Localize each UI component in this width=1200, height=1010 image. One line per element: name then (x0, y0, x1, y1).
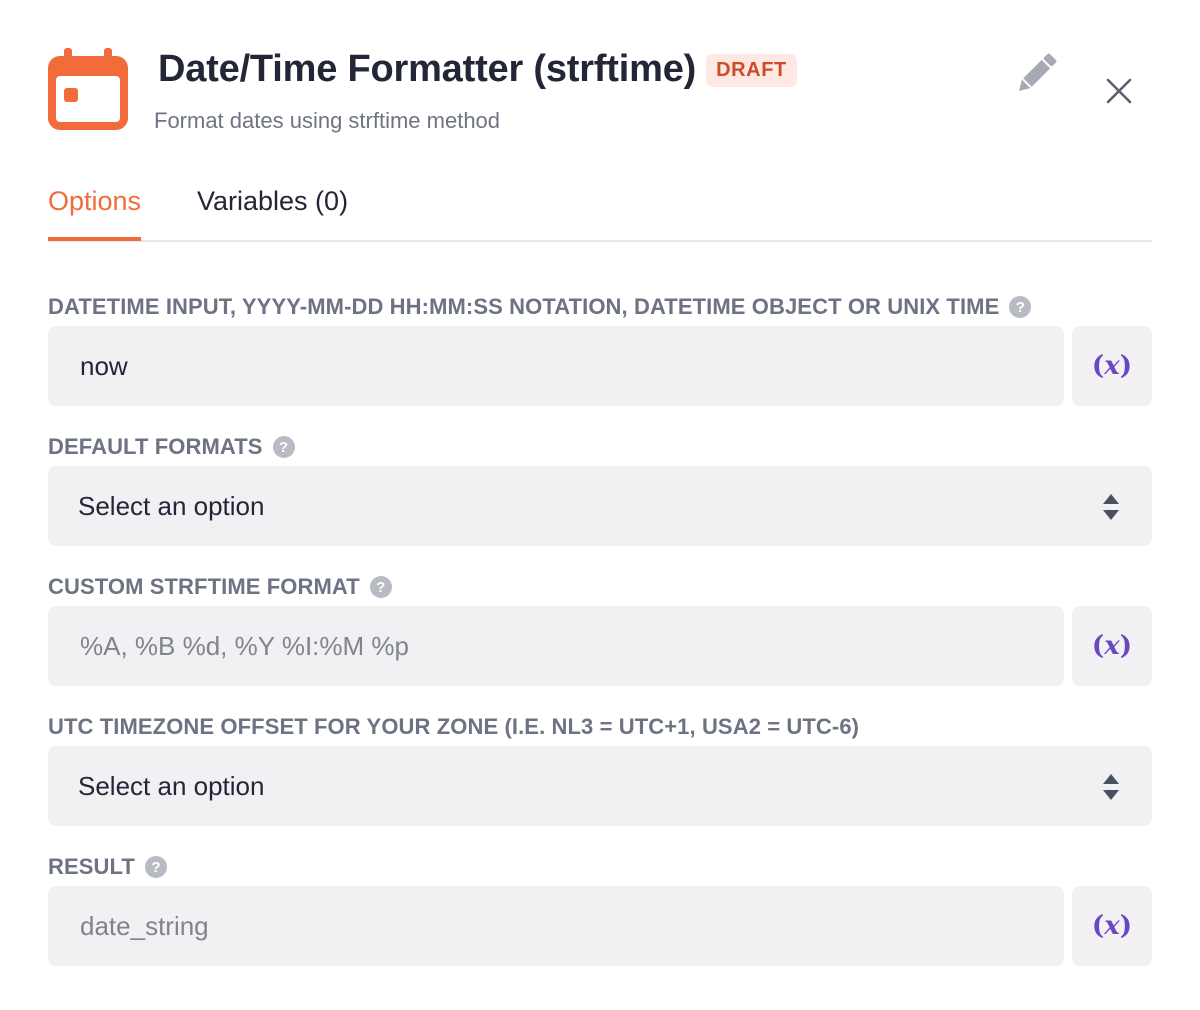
result-label: RESULT ? (48, 854, 167, 880)
page-title: Date/Time Formatter (strftime) (158, 48, 697, 90)
select-arrows-icon (1103, 774, 1119, 800)
default-formats-selected: Select an option (78, 490, 265, 521)
result-input[interactable]: date_string (48, 886, 1064, 966)
variable-paren-open: ( (1091, 911, 1105, 941)
variable-icon: x (1104, 911, 1120, 941)
default-formats-label-text: DEFAULT FORMATS (48, 434, 263, 459)
variable-paren-close: ) (1119, 351, 1133, 381)
insert-variable-button[interactable]: (x) (1072, 886, 1152, 966)
result-label-text: RESULT (48, 854, 135, 879)
status-badge: DRAFT (706, 54, 797, 87)
utc-offset-label-text: UTC TIMEZONE OFFSET FOR YOUR ZONE (I.E. … (48, 714, 860, 739)
custom-format-label: CUSTOM STRFTIME FORMAT ? (48, 574, 392, 600)
help-icon[interactable]: ? (272, 436, 295, 458)
variable-paren-close: ) (1119, 911, 1133, 941)
datetime-input-value: now (80, 350, 128, 381)
help-icon[interactable]: ? (369, 576, 392, 598)
tab-bar: Options Variables (0) (48, 176, 1152, 242)
result-placeholder: date_string (80, 910, 209, 941)
page-subtitle: Format dates using strftime method (154, 108, 501, 133)
tab-options[interactable]: Options (48, 186, 142, 241)
insert-variable-button[interactable]: (x) (1072, 326, 1152, 406)
utc-offset-select[interactable]: Select an option (48, 746, 1152, 826)
datetime-input-field[interactable]: now (48, 326, 1064, 406)
help-icon[interactable]: ? (1009, 296, 1032, 318)
custom-format-placeholder: %A, %B %d, %Y %I:%M %p (80, 630, 409, 661)
custom-format-label-text: CUSTOM STRFTIME FORMAT (48, 574, 360, 599)
calendar-icon (48, 48, 128, 130)
step-config-panel: Date/Time Formatter (strftime) DRAFT For… (0, 0, 1200, 1010)
custom-format-input[interactable]: %A, %B %d, %Y %I:%M %p (48, 606, 1064, 686)
close-icon (1106, 78, 1132, 104)
default-formats-select[interactable]: Select an option (48, 466, 1152, 546)
variable-icon: x (1104, 631, 1120, 661)
default-formats-label: DEFAULT FORMATS ? (48, 434, 295, 460)
variable-paren-close: ) (1119, 631, 1133, 661)
pencil-icon (1019, 53, 1057, 91)
tab-variables[interactable]: Variables (0) (197, 186, 348, 217)
insert-variable-button[interactable]: (x) (1072, 606, 1152, 686)
close-button[interactable] (1098, 70, 1140, 112)
select-arrows-icon (1103, 494, 1119, 520)
variable-icon: x (1104, 351, 1120, 381)
edit-button[interactable] (1010, 48, 1062, 100)
help-icon[interactable]: ? (144, 856, 167, 878)
utc-offset-selected: Select an option (78, 770, 265, 801)
title-row: Date/Time Formatter (strftime) DRAFT (158, 48, 797, 91)
datetime-input-label-text: DATETIME INPUT, YYYY-MM-DD HH:MM:SS NOTA… (48, 294, 1000, 319)
variable-paren-open: ( (1091, 631, 1105, 661)
datetime-input-label: DATETIME INPUT, YYYY-MM-DD HH:MM:SS NOTA… (48, 294, 1032, 320)
utc-offset-label: UTC TIMEZONE OFFSET FOR YOUR ZONE (I.E. … (48, 714, 859, 740)
variable-paren-open: ( (1091, 351, 1105, 381)
